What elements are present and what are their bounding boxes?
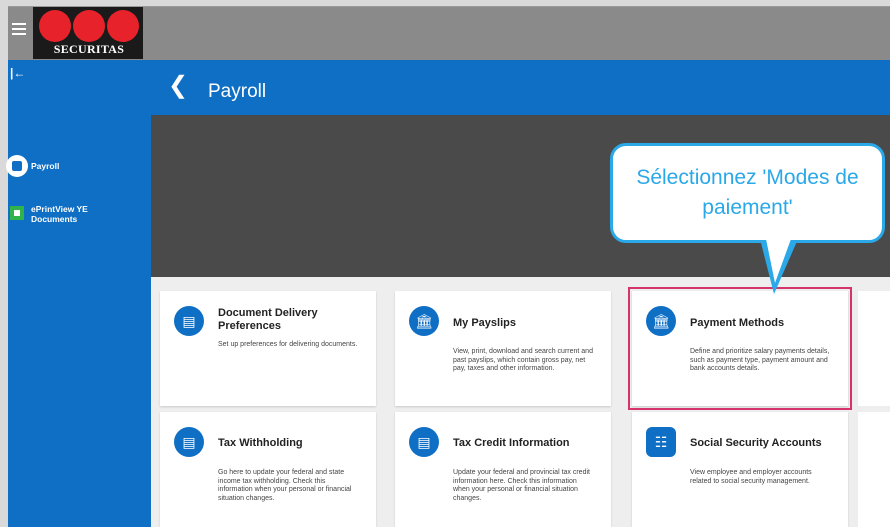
- card-tax-withholding[interactable]: ▤ Tax Withholding Go here to update your…: [160, 412, 376, 527]
- card-partial: [858, 291, 890, 406]
- bank-icon: 🏛: [646, 306, 676, 336]
- sidebar-item-label: ePrintView YE Documents: [31, 204, 88, 224]
- card-title: Document Delivery Preferences: [218, 307, 318, 332]
- card-description: View, print, download and search current…: [453, 348, 593, 372]
- sidebar-item-eprintview[interactable]: ePrintView YE Documents: [6, 204, 106, 224]
- id-badge-icon: ☷: [646, 427, 676, 457]
- card-title: My Payslips: [453, 317, 516, 329]
- bank-icon: 🏛: [409, 306, 439, 336]
- document-icon: [10, 206, 24, 220]
- card-title: Payment Methods: [690, 317, 785, 329]
- card-title: Tax Withholding: [218, 437, 303, 449]
- securitas-logo: SECURITAS: [33, 7, 143, 59]
- page-title: Payroll: [208, 81, 267, 102]
- payroll-icon: [6, 155, 28, 177]
- card-description: View employee and employer accounts rela…: [690, 469, 812, 485]
- card-social-security-accounts[interactable]: ☷ Social Security Accounts View employee…: [632, 412, 848, 527]
- sidebar-item-payroll[interactable]: Payroll: [6, 155, 59, 177]
- card-description: Go here to update your federal and state…: [218, 469, 352, 502]
- page-header: ❮ Payroll: [151, 60, 890, 115]
- document-icon: ▤: [174, 427, 204, 457]
- card-payment-methods[interactable]: 🏛 Payment Methods Define and prioritize …: [628, 287, 852, 410]
- callout-tail-inner: [766, 239, 791, 283]
- card-description: Define and prioritize salary payments de…: [690, 348, 830, 372]
- sidebar-item-label: Payroll: [31, 161, 60, 171]
- collapse-left-icon[interactable]: |←: [10, 66, 25, 80]
- callout-text: Sélectionnez 'Modes de paiement': [636, 166, 859, 219]
- document-icon: ▤: [174, 306, 204, 336]
- card-title: Tax Credit Information: [453, 437, 570, 449]
- card-my-payslips[interactable]: 🏛 My Payslips View, print, download and …: [395, 291, 611, 406]
- instruction-callout: Sélectionnez 'Modes de paiement': [610, 143, 885, 243]
- card-title: Social Security Accounts: [690, 437, 822, 449]
- sidebar: [8, 60, 151, 527]
- card-description: Set up preferences for delivering docume…: [218, 341, 358, 348]
- card-tax-credit-information[interactable]: ▤ Tax Credit Information Update your fed…: [395, 412, 611, 527]
- card-document-delivery-preferences[interactable]: ▤ Document Delivery Preferences Set up p…: [160, 291, 376, 406]
- hamburger-menu-icon[interactable]: [12, 23, 26, 35]
- top-bar: SECURITAS: [8, 6, 890, 60]
- card-partial: [858, 412, 890, 527]
- card-description: Update your federal and provincial tax c…: [453, 469, 590, 502]
- logo-wordmark: SECURITAS: [53, 42, 125, 56]
- chevron-left-icon[interactable]: ❮: [168, 74, 188, 98]
- document-icon: ▤: [409, 427, 439, 457]
